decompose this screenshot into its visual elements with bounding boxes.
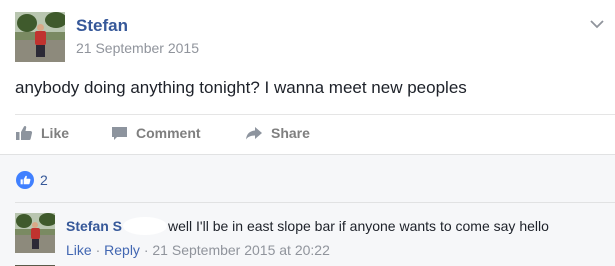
thumbs-up-icon — [15, 125, 33, 141]
post-text: anybody doing anything tonight? I wanna … — [15, 78, 467, 97]
comment-label: Comment — [136, 125, 201, 141]
post-card: Stefan 21 September 2015 anybody doing a… — [0, 0, 615, 154]
comment-body: Stefan S well I'll be in east slope bar i… — [66, 217, 549, 235]
comment-button[interactable]: Comment — [111, 125, 201, 141]
avatar-legs — [36, 45, 45, 57]
like-button[interactable]: Like — [15, 125, 69, 141]
comments-section: 2 Stefan S well I'll be in east slope bar… — [0, 154, 615, 266]
comment-author-name[interactable]: Stefan S — [66, 218, 122, 234]
redaction-mark — [123, 217, 168, 235]
comment-timestamp[interactable]: 21 September 2015 at 20:22 — [152, 242, 329, 258]
reaction-count[interactable]: 2 — [40, 172, 48, 188]
post-actions-bar: Like Comment Share — [0, 115, 615, 153]
author-avatar[interactable] — [15, 12, 65, 62]
comment-like-link[interactable]: Like — [66, 242, 92, 258]
post-author-name[interactable]: Stefan — [76, 16, 128, 36]
avatar-tree — [39, 213, 55, 226]
commenter-avatar[interactable] — [15, 213, 55, 253]
avatar-person — [31, 228, 40, 239]
share-label: Share — [271, 125, 310, 141]
avatar-person — [35, 31, 46, 45]
meta-separator: · — [143, 242, 149, 258]
comment-meta: Like · Reply · 21 September 2015 at 20:2… — [66, 242, 330, 258]
comment-text: well I'll be in east slope bar if anyone… — [168, 218, 549, 234]
comment-reply-link[interactable]: Reply — [104, 242, 140, 258]
share-button[interactable]: Share — [245, 125, 310, 141]
thumbs-up-icon — [16, 171, 34, 189]
post-timestamp[interactable]: 21 September 2015 — [76, 40, 199, 56]
comment-icon — [111, 126, 128, 141]
like-label: Like — [41, 125, 70, 141]
avatar-legs — [32, 239, 39, 249]
chevron-down-icon[interactable] — [590, 16, 604, 29]
reactions-summary[interactable]: 2 — [16, 171, 48, 189]
avatar-tree — [17, 14, 37, 32]
comment-item: Stefan S well I'll be in east slope bar i… — [0, 203, 615, 266]
avatar-tree — [45, 12, 65, 28]
meta-separator: · — [95, 242, 101, 258]
share-arrow-icon — [245, 126, 263, 140]
avatar-tree — [16, 214, 32, 228]
avatar-head — [37, 24, 44, 31]
